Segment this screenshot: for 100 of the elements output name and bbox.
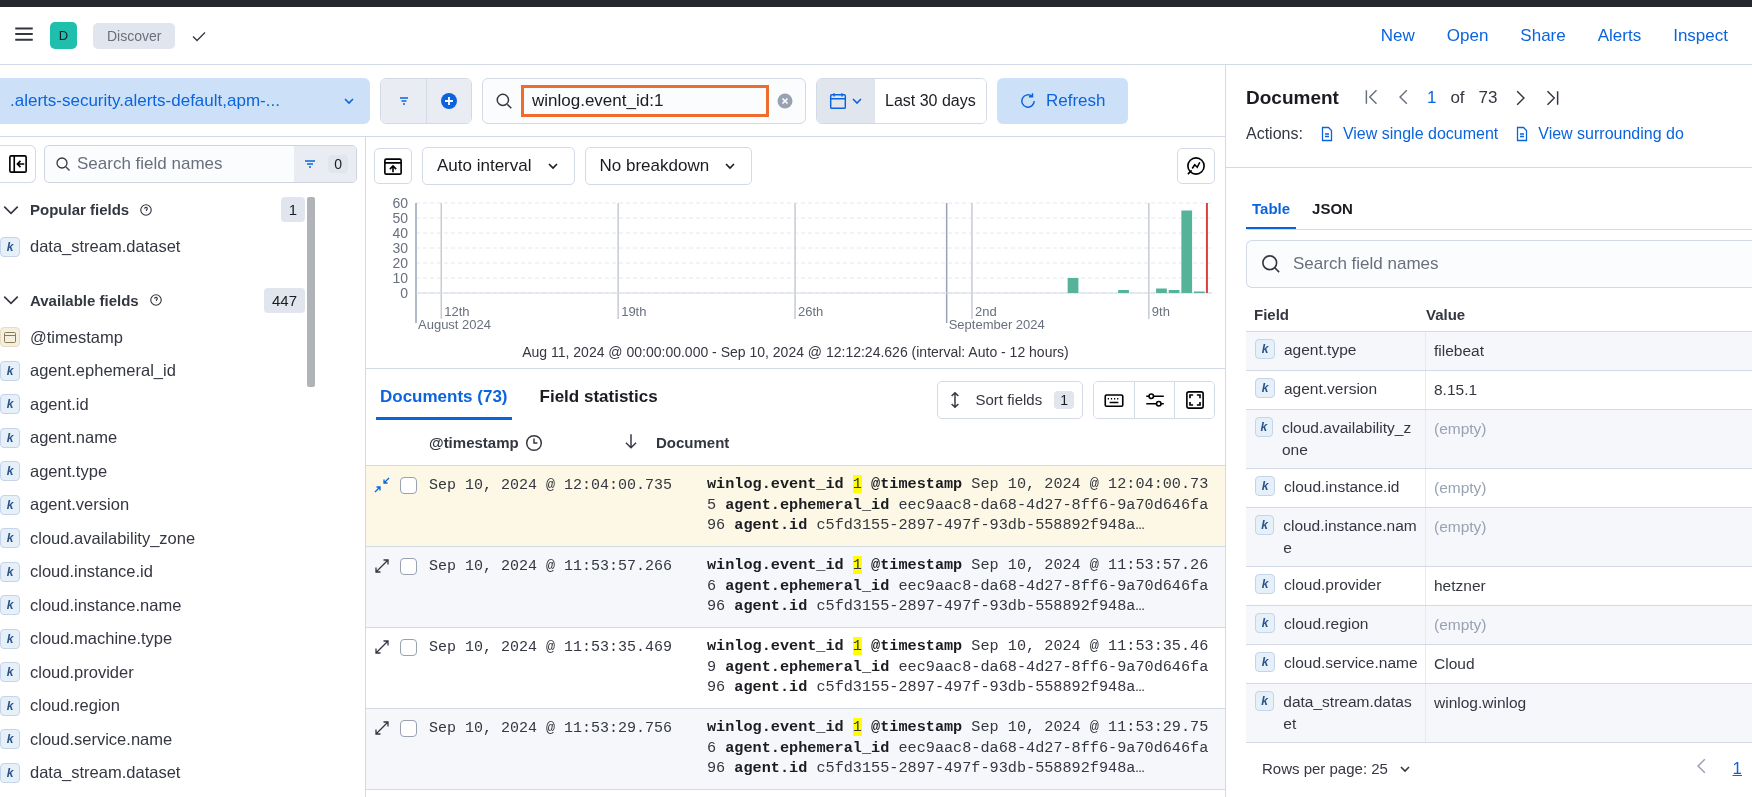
field-name[interactable]: agent.type: [30, 461, 108, 481]
document-cell-text: winlog.event_id 1 @timestamp Sep 10, 2024 @ 11:53:35.469 agent.ephemeral_id eec9aac8-da68-4d27-8ff6-9a70d646fa96 agent.id c5fd3155-2897-497f-93db-558892f948a…: [706, 636, 1210, 698]
refresh-button[interactable]: Refresh: [996, 77, 1128, 124]
field-value: filebeat: [1434, 342, 1484, 359]
row-checkbox[interactable]: [400, 558, 417, 575]
field-count: 447: [263, 287, 305, 313]
field-value: hetzner: [1434, 577, 1486, 594]
month-label: August 2024: [418, 317, 491, 332]
field-name[interactable]: agent.ephemeral_id: [30, 361, 176, 381]
header-link[interactable]: Open: [1446, 25, 1489, 46]
chart-icon: [1186, 156, 1206, 176]
field-type-badge: k: [1255, 652, 1275, 672]
action-link[interactable]: View surrounding do: [1538, 125, 1684, 143]
expand-row-icon[interactable]: [374, 558, 390, 574]
field-name[interactable]: cloud.instance.id: [30, 562, 153, 582]
field-value: (empty): [1434, 479, 1487, 496]
calendar-icon: [0, 327, 20, 348]
field-name[interactable]: cloud.provider: [30, 662, 134, 682]
flyout-search-box[interactable]: Search field names: [1246, 240, 1752, 288]
field-name[interactable]: cloud.machine.type: [30, 629, 173, 649]
y-tick-label: 40: [392, 225, 408, 241]
help-icon: [148, 293, 163, 307]
field-type-badge: k: [0, 662, 20, 683]
field-type-badge: k: [1255, 691, 1275, 711]
field-type-badge: k: [1255, 515, 1275, 535]
field-type-badge: k: [0, 729, 20, 750]
field-type-badge: k: [0, 595, 20, 616]
expand-row-icon[interactable]: [374, 639, 390, 655]
field-name[interactable]: cloud.region: [30, 696, 120, 716]
clear-icon[interactable]: [777, 92, 793, 109]
histogram-bar: [1118, 290, 1129, 293]
field-search-input[interactable]: Search field names: [71, 154, 295, 174]
field-value: (empty): [1434, 616, 1487, 633]
field-type-badge: k: [0, 427, 20, 448]
chart-options-button[interactable]: [1177, 148, 1215, 184]
x-tick-label: 12th: [444, 304, 470, 319]
header-link[interactable]: Alerts: [1597, 25, 1642, 46]
field-name: cloud.region: [1284, 614, 1369, 634]
page-link[interactable]: 1: [1732, 758, 1742, 779]
fullscreen-button[interactable]: [1174, 381, 1214, 418]
field-name[interactable]: cloud.availability_zone: [30, 528, 196, 548]
histogram-bar: [1067, 278, 1079, 293]
row-checkbox[interactable]: [400, 720, 417, 737]
field-type-badge: k: [0, 360, 20, 381]
date-quick-menu-button[interactable]: [817, 78, 875, 123]
field-type-badge: k: [0, 695, 20, 716]
field-name[interactable]: data_stream.dataset: [30, 237, 181, 257]
interval-select[interactable]: Auto interval: [422, 147, 575, 185]
field-name[interactable]: @timestamp: [30, 327, 123, 347]
app-breadcrumb[interactable]: Discover: [93, 22, 176, 49]
collapse-panel-icon: [7, 154, 28, 174]
rows-per-page-select[interactable]: Rows per page: 25: [1256, 759, 1418, 778]
field-name: cloud.instance.name: [1283, 516, 1418, 558]
view-tab[interactable]: Field statistics: [535, 379, 662, 420]
action-link[interactable]: View single document: [1342, 125, 1499, 143]
sort-fields-button[interactable]: Sort fields 1: [936, 380, 1083, 419]
breakdown-select[interactable]: No breakdown: [584, 147, 753, 185]
field-name[interactable]: cloud.service.name: [30, 729, 173, 749]
filter-count: 0: [328, 155, 348, 173]
view-tab[interactable]: Documents (73): [376, 379, 512, 420]
timestamp-cell-text: Sep 10, 2024 @ 11:53:35.469: [429, 638, 674, 658]
collapse-row-icon[interactable]: [374, 477, 390, 493]
field-value: (empty): [1434, 518, 1487, 535]
timestamp-cell-text: Sep 10, 2024 @ 11:53:29.756: [429, 719, 674, 739]
field-search-box[interactable]: Search field names 0: [44, 145, 357, 183]
expand-row-icon[interactable]: [374, 720, 390, 736]
column-header[interactable]: @timestamp: [429, 434, 519, 451]
x-tick-label: 2nd: [974, 304, 997, 319]
add-filter-button[interactable]: [426, 78, 471, 123]
field-type-badge: k: [1255, 476, 1275, 496]
scrollbar[interactable]: [307, 197, 315, 387]
search-icon: [55, 156, 71, 172]
flyout-title: Document: [1246, 87, 1339, 109]
field-name[interactable]: agent.name: [30, 428, 118, 448]
field-name[interactable]: data_stream.dataset: [30, 763, 181, 783]
field-name[interactable]: agent.version: [30, 495, 130, 515]
field-type-badge: k: [0, 528, 20, 549]
x-tick-label: 9th: [1151, 304, 1170, 319]
space-avatar[interactable]: D: [50, 22, 77, 49]
header-link[interactable]: New: [1380, 25, 1415, 46]
flyout-tab[interactable]: Table: [1246, 192, 1297, 229]
column-header[interactable]: Document: [656, 434, 730, 451]
header-link[interactable]: Inspect: [1673, 25, 1728, 46]
row-checkbox[interactable]: [400, 639, 417, 656]
field-value: 8.15.1: [1434, 381, 1478, 398]
field-value: (empty): [1434, 420, 1487, 437]
flyout-search-field[interactable]: Search field names: [1291, 253, 1738, 275]
field-name[interactable]: cloud.instance.name: [30, 595, 182, 615]
data-view-selector[interactable]: .alerts-security.alerts-default,apm-...: [0, 77, 370, 124]
query-field[interactable]: winlog.event_id:1: [482, 77, 806, 124]
row-checkbox[interactable]: [400, 477, 417, 494]
field-type-badge: k: [0, 494, 20, 515]
y-tick-label: 10: [392, 270, 408, 286]
export-button[interactable]: [374, 148, 412, 184]
field-name: agent.type: [1284, 340, 1357, 360]
collapse-sidebar-button[interactable]: [0, 145, 36, 183]
field-type-badge: k: [0, 561, 20, 582]
header-link[interactable]: Share: [1520, 25, 1566, 46]
flyout-tab[interactable]: JSON: [1306, 192, 1359, 229]
field-name[interactable]: agent.id: [30, 394, 89, 414]
